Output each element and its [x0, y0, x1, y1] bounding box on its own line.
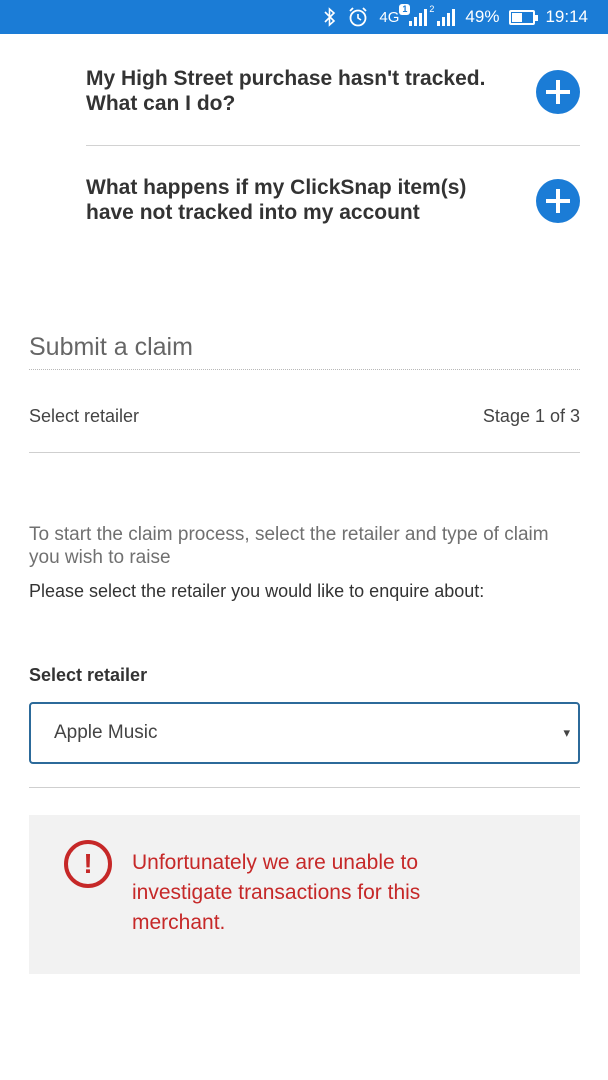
stage-divider: [29, 452, 580, 453]
faq-item[interactable]: My High Street purchase hasn't tracked. …: [86, 66, 580, 116]
retailer-select[interactable]: Apple Music ▾: [29, 702, 580, 764]
title-divider: [29, 369, 580, 370]
claim-intro: To start the claim process, select the r…: [29, 524, 549, 568]
battery-percent: 49%: [465, 7, 500, 26]
plus-icon[interactable]: [536, 179, 580, 223]
bluetooth-icon: [323, 6, 337, 28]
select-divider: [29, 787, 580, 788]
sim2-badge: 2: [429, 4, 435, 14]
stage-row: Select retailer Stage 1 of 3: [29, 406, 580, 427]
error-icon: !: [64, 840, 112, 888]
claim-instruction: Please select the retailer you would lik…: [29, 581, 485, 601]
step-label: Select retailer: [29, 406, 140, 426]
clock: 19:14: [545, 7, 588, 26]
retailer-select-value[interactable]: Apple Music: [54, 722, 158, 744]
faq-item[interactable]: What happens if my ClickSnap item(s) hav…: [86, 175, 580, 225]
battery-icon: [509, 9, 539, 25]
stage-indicator: Stage 1 of 3: [482, 406, 580, 426]
status-bar: 4G 1 2 49% 19:14: [0, 0, 608, 34]
alarm-icon: [347, 6, 369, 28]
chevron-down-icon[interactable]: ▾: [563, 725, 570, 741]
sim2-signal-icon: 2: [429, 4, 456, 26]
error-alert: ! Unfortunately we are unable to investi…: [29, 815, 580, 974]
sim1-signal-icon: 1: [399, 4, 428, 26]
plus-icon[interactable]: [536, 70, 580, 114]
faq-divider: [86, 145, 580, 146]
error-icon-glyph: !: [83, 848, 93, 879]
sim1-badge: 1: [399, 4, 411, 15]
claim-section-title: Submit a claim: [29, 333, 193, 361]
battery-fill: [512, 12, 523, 22]
select-retailer-label: Select retailer: [29, 665, 148, 685]
error-message: Unfortunately we are unable to investiga…: [132, 851, 421, 934]
faq-question[interactable]: What happens if my ClickSnap item(s) hav…: [86, 175, 506, 225]
faq-question[interactable]: My High Street purchase hasn't tracked. …: [86, 66, 506, 116]
network-type: 4G: [379, 8, 400, 26]
